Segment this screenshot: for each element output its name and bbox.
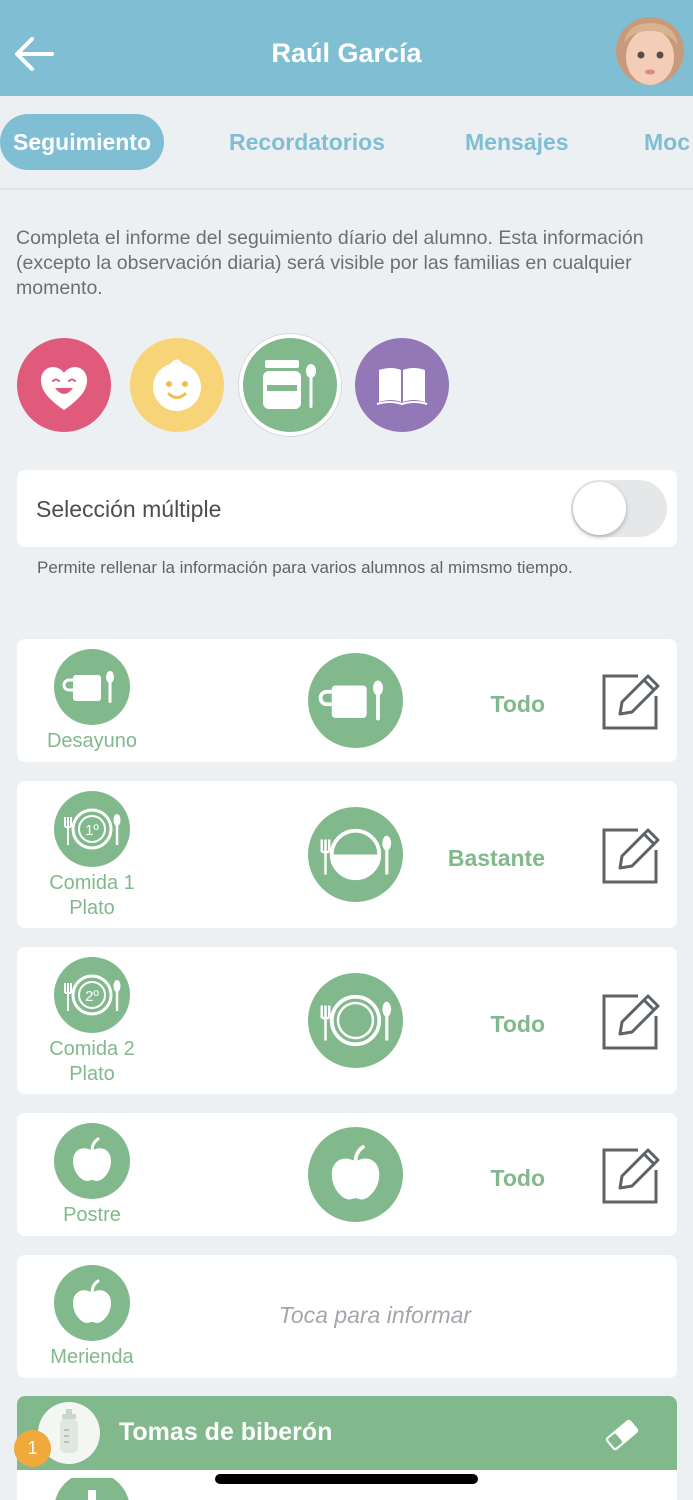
meal-name: Comida 1 Plato	[49, 872, 135, 919]
meal-name: Comida 2 Plato	[49, 1038, 135, 1085]
meal-row-merienda[interactable]: Merienda Toca para informar	[17, 1255, 677, 1378]
eraser-icon[interactable]	[601, 1414, 643, 1456]
meal-name: Postre	[63, 1204, 121, 1226]
tab-more[interactable]: Moc	[644, 114, 690, 170]
edit-icon[interactable]	[600, 1144, 662, 1206]
apple-icon	[54, 1265, 130, 1341]
meal-row-postre[interactable]: Postre Todo	[17, 1113, 677, 1236]
edit-icon[interactable]	[600, 670, 662, 732]
heart-face-icon	[41, 367, 87, 410]
meal-row-desayuno[interactable]: Desayuno Todo	[17, 639, 677, 762]
meal-value: Todo	[490, 691, 546, 717]
category-food-button[interactable]	[243, 338, 337, 432]
edit-icon[interactable]	[600, 824, 662, 886]
toggle-knob	[573, 482, 626, 535]
multiple-selection-row: Selección múltiple	[17, 470, 677, 547]
notification-badge: 1	[14, 1430, 51, 1467]
intro-text: Completa el informe del seguimiento díar…	[16, 227, 644, 299]
plate-half-level-icon	[308, 807, 403, 902]
home-indicator	[215, 1474, 478, 1484]
tab-recordatorios[interactable]: Recordatorios	[229, 114, 385, 170]
app-header: Raúl García	[0, 0, 693, 96]
apple-level-icon	[308, 1127, 403, 1222]
book-icon	[376, 368, 428, 406]
multiple-selection-toggle[interactable]	[571, 480, 667, 537]
bottle-section-header[interactable]: Tomas de biberón	[17, 1396, 677, 1470]
food-jar-icon	[263, 360, 316, 409]
cup-spoon-icon	[54, 649, 130, 725]
bottle-row-icon	[55, 1478, 129, 1500]
tab-bar: Seguimiento Recordatorios Mensajes Moc	[0, 96, 693, 190]
multiple-selection-help: Permite rellenar la información para var…	[37, 558, 573, 577]
svg-text:2º: 2º	[85, 988, 99, 1005]
baby-face-icon	[153, 359, 201, 411]
meal-row-comida-1[interactable]: 1º Comida 1 Plato Bastante	[17, 781, 677, 928]
meal-value: Todo	[490, 1011, 546, 1037]
meal-name: Merienda	[50, 1346, 134, 1368]
plate-second-icon: 2º	[54, 957, 130, 1033]
category-heart-button[interactable]	[17, 338, 111, 432]
student-avatar[interactable]	[616, 17, 684, 85]
plate-first-icon: 1º	[54, 791, 130, 867]
plate-full-level-icon	[308, 973, 403, 1068]
edit-icon[interactable]	[600, 990, 662, 1052]
tap-to-report-text: Toca para informar	[278, 1302, 472, 1328]
meal-value: Bastante	[447, 845, 545, 871]
meal-row-comida-2[interactable]: 2º Comida 2 Plato Todo	[17, 947, 677, 1094]
svg-text:1º: 1º	[85, 822, 99, 839]
tab-mensajes[interactable]: Mensajes	[465, 114, 569, 170]
multiple-selection-label: Selección múltiple	[36, 496, 222, 522]
meal-name: Desayuno	[46, 730, 138, 752]
bottle-section-title: Tomas de biberón	[119, 1418, 333, 1446]
category-baby-button[interactable]	[130, 338, 224, 432]
meal-value: Todo	[490, 1165, 546, 1191]
category-book-button[interactable]	[355, 338, 449, 432]
student-name-title: Raúl García	[271, 38, 422, 68]
tab-seguimiento[interactable]: Seguimiento	[0, 114, 165, 170]
cup-spoon-level-icon	[308, 653, 403, 748]
apple-icon	[54, 1123, 130, 1199]
